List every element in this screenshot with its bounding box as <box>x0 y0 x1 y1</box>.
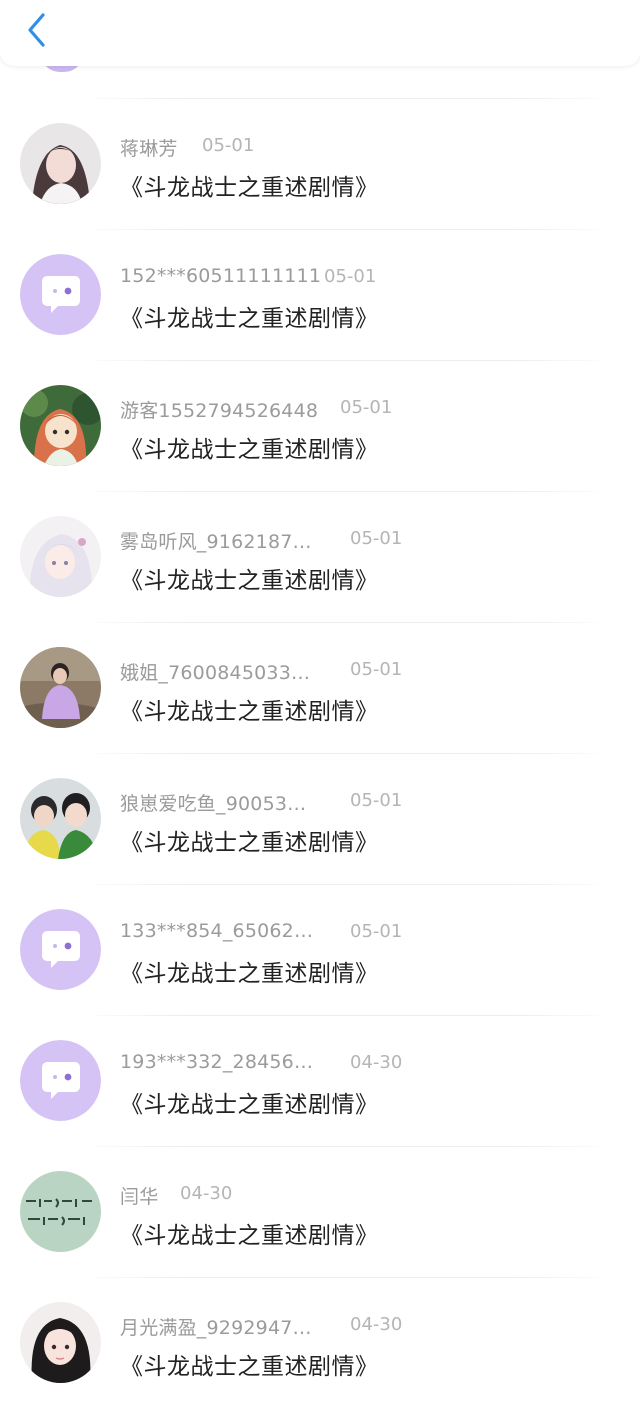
post-date: 05-01 <box>202 135 255 156</box>
list-item[interactable]: 游客1552794526448 05-01 《斗龙战士之重述剧情》 <box>0 360 640 491</box>
avatar[interactable] <box>20 516 101 597</box>
work-title[interactable]: 《斗龙战士之重述剧情》 <box>120 1085 379 1119</box>
avatar[interactable] <box>20 254 101 335</box>
divider <box>96 884 598 885</box>
work-title[interactable]: 《斗龙战士之重述剧情》 <box>120 299 379 333</box>
post-date: 04-30 <box>350 1314 403 1335</box>
avatar[interactable] <box>20 385 101 466</box>
divider <box>96 1146 598 1147</box>
post-date: 05-01 <box>350 659 403 680</box>
chevron-left-icon <box>28 13 45 47</box>
user-name: 133***854_65062… <box>120 920 314 942</box>
divider <box>96 98 598 99</box>
back-button[interactable] <box>18 10 54 50</box>
chat-bubble-icon <box>20 1040 101 1121</box>
work-title[interactable]: 《斗龙战士之重述剧情》 <box>120 692 379 726</box>
chat-bubble-icon <box>20 909 101 990</box>
avatar[interactable] <box>20 1302 101 1383</box>
divider <box>96 753 598 754</box>
user-name: 娥姐_7600845033… <box>120 662 311 684</box>
list-item[interactable]: 152***60511111111 05-01 《斗龙战士之重述剧情》 <box>0 229 640 360</box>
divider <box>96 229 598 230</box>
list-item[interactable]: 雾岛听风_9162187… 05-01 《斗龙战士之重述剧情》 <box>0 491 640 622</box>
avatar[interactable] <box>20 1040 101 1121</box>
work-title[interactable]: 《斗龙战士之重述剧情》 <box>120 561 379 595</box>
post-date: 04-30 <box>350 1052 403 1073</box>
work-title[interactable]: 《斗龙战士之重述剧情》 <box>120 1347 379 1381</box>
post-date: 05-01 <box>350 790 403 811</box>
user-name: 狼崽爱吃鱼_90053… <box>120 793 307 815</box>
user-name: 蒋琳芳 <box>120 138 178 160</box>
work-title[interactable]: 《斗龙战士之重述剧情》 <box>120 954 379 988</box>
chat-bubble-icon <box>20 254 101 335</box>
work-title[interactable]: 《斗龙战士之重述剧情》 <box>120 430 379 464</box>
avatar[interactable] <box>20 647 101 728</box>
list-item[interactable]: 193***332_28456… 04-30 《斗龙战士之重述剧情》 <box>0 1015 640 1146</box>
divider <box>96 491 598 492</box>
divider <box>96 622 598 623</box>
divider <box>96 360 598 361</box>
list-item[interactable]: 娥姐_7600845033… 05-01 《斗龙战士之重述剧情》 <box>0 622 640 753</box>
list-item[interactable]: 133***854_65062… 05-01 《斗龙战士之重述剧情》 <box>0 884 640 1015</box>
user-name: 152***60511111111 <box>120 265 322 287</box>
post-date: 05-01 <box>350 921 403 942</box>
avatar[interactable] <box>20 1171 101 1252</box>
user-name: 月光满盈_9292947… <box>120 1317 312 1339</box>
list-item[interactable]: 月光满盈_9292947… 04-30 《斗龙战士之重述剧情》 <box>0 1277 640 1408</box>
divider <box>96 1015 598 1016</box>
user-name: 雾岛听风_9162187… <box>120 531 312 553</box>
user-name: 193***332_28456… <box>120 1051 314 1073</box>
avatar[interactable] <box>20 123 101 204</box>
avatar[interactable] <box>20 778 101 859</box>
work-title[interactable]: 《斗龙战士之重述剧情》 <box>120 823 379 857</box>
work-title[interactable]: 《斗龙战士之重述剧情》 <box>120 1216 379 1250</box>
post-date: 05-01 <box>350 528 403 549</box>
post-date: 05-01 <box>340 397 393 418</box>
work-title[interactable]: 《斗龙战士之重述剧情》 <box>120 168 379 202</box>
divider <box>96 1277 598 1278</box>
user-name: 闫华 <box>120 1186 159 1208</box>
post-date: 04-30 <box>180 1183 233 1204</box>
user-name: 游客1552794526448 <box>120 400 319 422</box>
post-date: 05-01 <box>324 266 377 287</box>
avatar[interactable] <box>20 909 101 990</box>
list-item[interactable]: 闫华 04-30 《斗龙战士之重述剧情》 <box>0 1146 640 1277</box>
list-item[interactable]: 狼崽爱吃鱼_90053… 05-01 《斗龙战士之重述剧情》 <box>0 753 640 884</box>
top-bar <box>0 0 640 66</box>
list-item[interactable]: 蒋琳芳 05-01 《斗龙战士之重述剧情》 <box>0 98 640 229</box>
